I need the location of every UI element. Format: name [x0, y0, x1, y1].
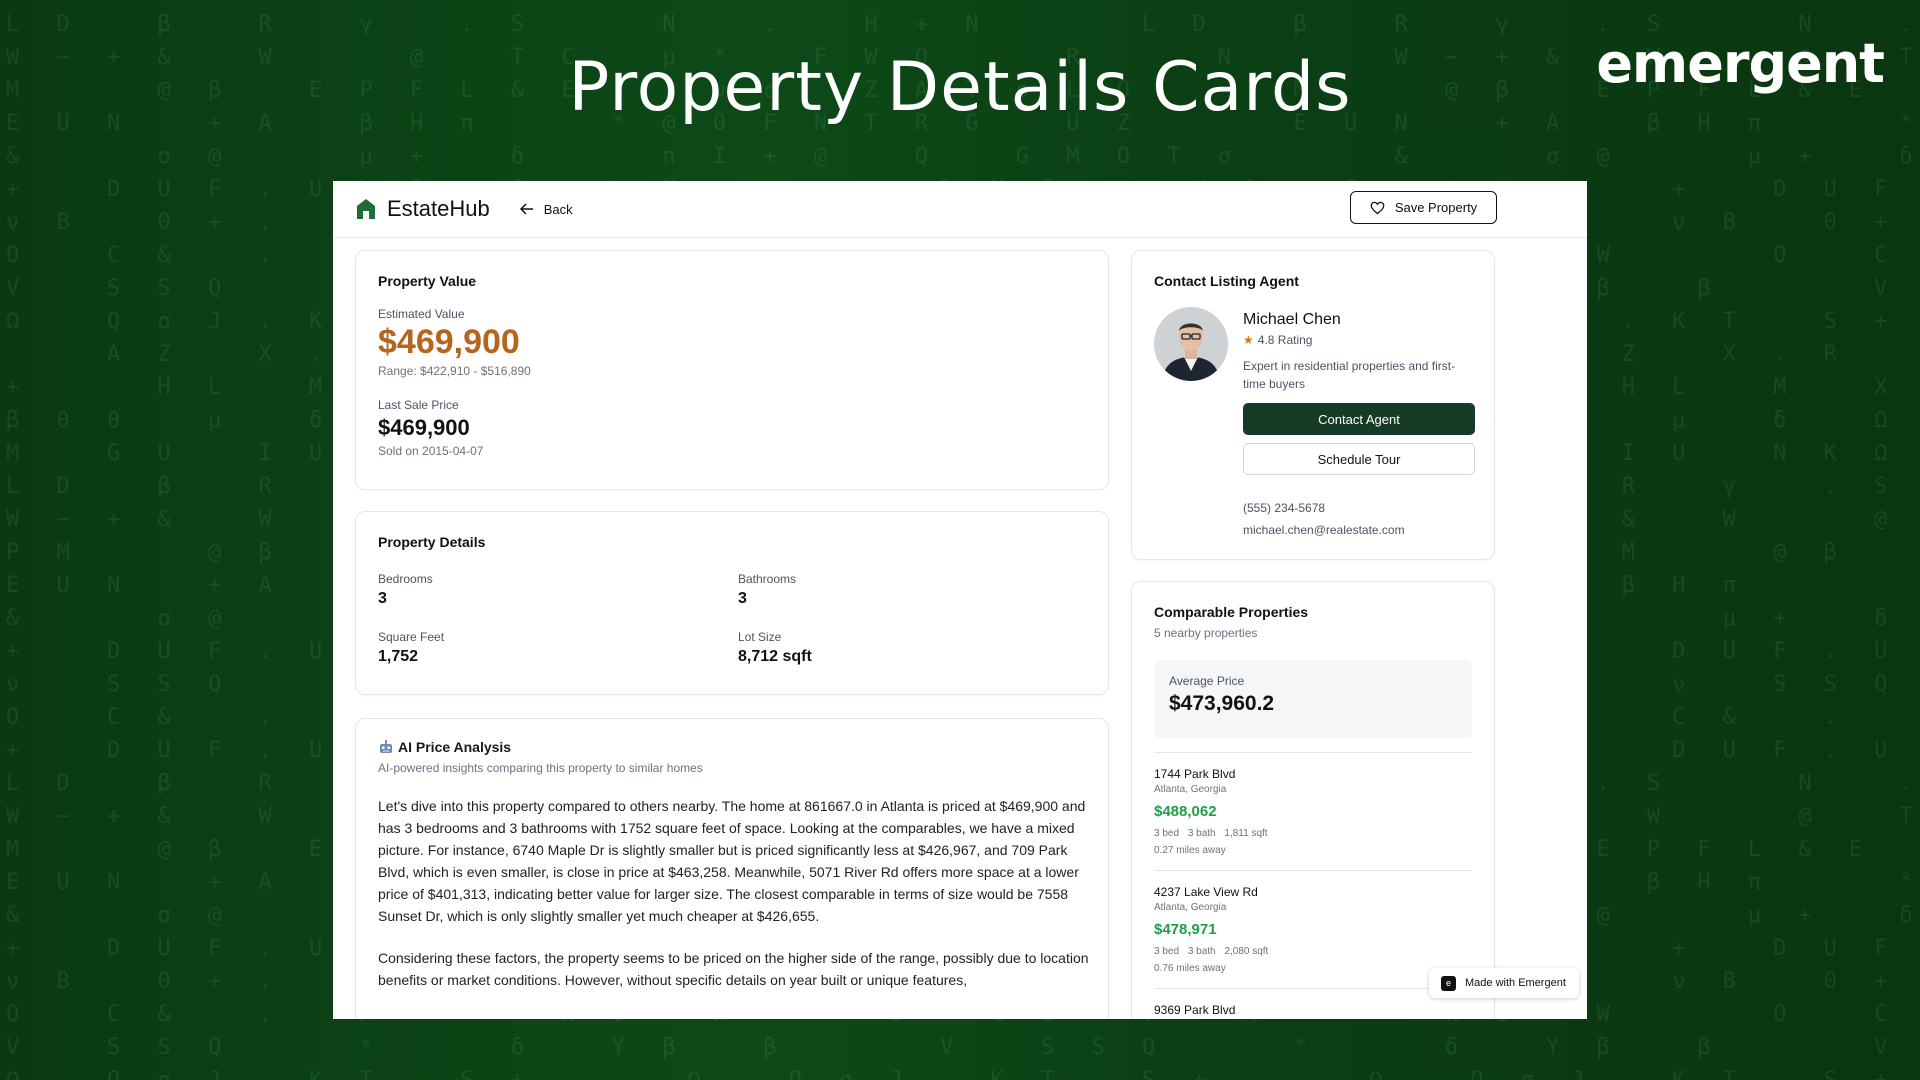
ai-analysis-paragraph: Considering these factors, the property …: [378, 950, 1089, 988]
comparable-meta: 3 bed 3 bath 2,080 sqft: [1154, 946, 1472, 957]
agent-rating: ★ 4.8 Rating: [1243, 333, 1475, 347]
detail-label: Square Feet: [378, 630, 445, 644]
detail-lot-size: Lot Size 8,712 sqft: [738, 630, 1098, 666]
comparable-city: Atlanta, Georgia: [1154, 902, 1227, 913]
star-icon: ★: [1243, 333, 1254, 347]
robot-icon: [378, 739, 394, 755]
detail-value: 3: [738, 590, 747, 607]
comparable-address: 1744 Park Blvd: [1154, 767, 1236, 781]
back-label: Back: [543, 201, 573, 217]
comparable-address: 4237 Lake View Rd: [1154, 885, 1258, 899]
property-details-title: Property Details: [378, 534, 486, 550]
detail-square-feet: Square Feet 1,752: [378, 630, 738, 666]
detail-value: 1,752: [378, 648, 419, 665]
agent-avatar: [1154, 307, 1228, 381]
comparable-subtitle: 5 nearby properties: [1154, 626, 1258, 640]
ai-analysis-header: AI Price Analysis: [378, 739, 1086, 755]
contact-agent-card: Contact Listing Agent Michael Chen ★ 4.8…: [1131, 250, 1495, 560]
emergent-mark-icon: e: [1441, 975, 1456, 991]
agent-row: Michael Chen ★ 4.8 Rating Expert in resi…: [1154, 307, 1475, 541]
ai-price-analysis-card: AI Price Analysis AI-powered insights co…: [355, 718, 1109, 1019]
app-window: EstateHub Back Save Property Property Va…: [333, 181, 1587, 1019]
comparable-beds: 3 bed: [1154, 946, 1180, 957]
detail-label: Bathrooms: [738, 572, 797, 586]
average-price-label: Average Price: [1169, 674, 1245, 688]
agent-email[interactable]: michael.chen@realestate.com: [1243, 519, 1475, 541]
detail-bathrooms: Bathrooms 3: [738, 572, 1098, 608]
comparable-distance: 0.76 miles away: [1154, 963, 1226, 974]
estimated-value: $469,900: [378, 323, 520, 361]
comparable-item[interactable]: 1744 Park Blvd Atlanta, Georgia $488,062…: [1154, 752, 1472, 870]
contact-agent-title: Contact Listing Agent: [1154, 273, 1299, 289]
details-grid: Bedrooms 3 Bathrooms 3 Square Feet 1,752…: [378, 572, 1086, 666]
comparable-price: $478,971: [1154, 921, 1217, 938]
comparable-item[interactable]: 4237 Lake View Rd Atlanta, Georgia $478,…: [1154, 870, 1472, 988]
last-sale-label: Last Sale Price: [378, 398, 459, 412]
rating-text: 4.8 Rating: [1257, 333, 1313, 347]
comparable-baths: 3 bath: [1187, 946, 1216, 957]
estimated-value-label: Estimated Value: [378, 307, 465, 321]
heart-icon: [1370, 201, 1385, 214]
comparable-sqft: 1,811 sqft: [1224, 828, 1268, 839]
detail-label: Lot Size: [738, 630, 782, 644]
made-with-emergent-badge[interactable]: e Made with Emergent: [1429, 968, 1579, 998]
property-details-card: Property Details Bedrooms 3 Bathrooms 3 …: [355, 511, 1109, 695]
comparable-sqft: 2,080 sqft: [1224, 946, 1269, 957]
back-button[interactable]: Back: [519, 201, 573, 217]
app-name[interactable]: EstateHub: [387, 196, 490, 222]
comparable-distance: 0.27 miles away: [1154, 845, 1226, 856]
sold-date: Sold on 2015-04-07: [378, 444, 484, 458]
average-price-box: Average Price $473,960.2: [1154, 660, 1472, 738]
value-range: Range: $422,910 - $516,890: [378, 364, 531, 378]
comparable-address: 9369 Park Blvd: [1154, 1003, 1236, 1017]
comparable-meta: 3 bed 3 bath 1,811 sqft: [1154, 828, 1472, 839]
comparable-city: Atlanta, Georgia: [1154, 784, 1227, 795]
detail-value: 8,712 sqft: [738, 648, 812, 665]
emergent-logo: emergent: [1596, 32, 1885, 95]
house-logo-icon: [355, 197, 377, 221]
save-property-button[interactable]: Save Property: [1350, 191, 1497, 224]
schedule-tour-button[interactable]: Schedule Tour: [1243, 443, 1475, 475]
property-value-card: Property Value Estimated Value $469,900 …: [355, 250, 1109, 490]
top-bar: EstateHub Back Save Property: [333, 181, 1587, 238]
detail-bedrooms: Bedrooms 3: [378, 572, 738, 608]
agent-info: Michael Chen ★ 4.8 Rating Expert in resi…: [1243, 307, 1475, 541]
comparable-title: Comparable Properties: [1154, 604, 1309, 620]
comparable-baths: 3 bath: [1187, 828, 1216, 839]
property-value-title: Property Value: [378, 273, 477, 289]
comparable-beds: 3 bed: [1154, 828, 1180, 839]
save-property-label: Save Property: [1394, 200, 1478, 215]
arrow-left-icon: [519, 203, 533, 215]
comparable-item[interactable]: 9369 Park Blvd: [1154, 988, 1472, 1019]
agent-name: Michael Chen: [1243, 311, 1341, 328]
ai-analysis-title: AI Price Analysis: [398, 739, 512, 755]
ai-analysis-paragraph: Let's dive into this property compared t…: [378, 798, 1086, 924]
contact-agent-button[interactable]: Contact Agent: [1243, 403, 1475, 435]
detail-label: Bedrooms: [378, 572, 433, 586]
agent-contact: (555) 234-5678 michael.chen@realestate.c…: [1243, 497, 1475, 541]
agent-phone[interactable]: (555) 234-5678: [1243, 497, 1475, 519]
detail-value: 3: [378, 590, 387, 607]
last-sale-value: $469,900: [378, 415, 470, 440]
made-with-label: Made with Emergent: [1465, 977, 1566, 989]
average-price-value: $473,960.2: [1169, 692, 1275, 715]
comparable-properties-card: Comparable Properties 5 nearby propertie…: [1131, 581, 1495, 1019]
ai-analysis-subtitle: AI-powered insights comparing this prope…: [378, 761, 703, 775]
comparable-price: $488,062: [1154, 803, 1217, 820]
comparable-list: 1744 Park Blvd Atlanta, Georgia $488,062…: [1154, 752, 1472, 1019]
agent-bio: Expert in residential properties and fir…: [1243, 359, 1456, 391]
